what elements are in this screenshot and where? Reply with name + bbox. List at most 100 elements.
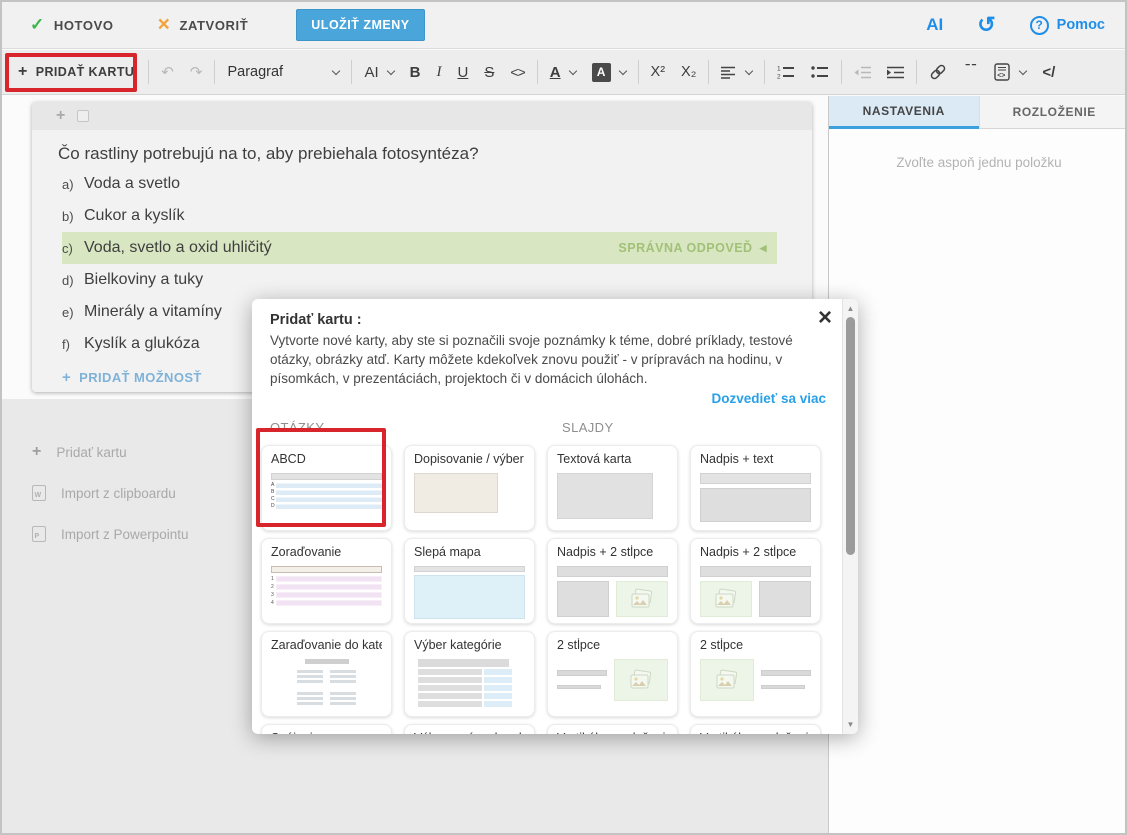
superscript-button[interactable]: X²	[643, 56, 674, 88]
scrollbar-thumb[interactable]	[846, 317, 855, 555]
modal-scrollbar[interactable]: ▲ ▼	[842, 299, 858, 734]
modal-close-icon[interactable]: ×	[818, 307, 832, 329]
help-icon: ?	[1030, 16, 1049, 35]
tab-layout[interactable]: ROZLOŽENIE	[979, 96, 1127, 129]
2col-thumbnail	[557, 659, 668, 709]
underline-button[interactable]: U	[449, 56, 476, 88]
source-view-button[interactable]: </	[1034, 56, 1063, 88]
section-questions-label: OTÁZKY	[270, 420, 562, 435]
learn-more-link[interactable]: Dozvedieť sa viac	[711, 391, 826, 406]
code-block-dropdown[interactable]: <>	[986, 56, 1034, 88]
done-button[interactable]: ✓ HOTOVO	[30, 15, 114, 35]
question-text[interactable]: Čo rastliny potrebujú na to, aby prebieh…	[58, 144, 812, 164]
answer-option-d[interactable]: d) Bielkoviny a tuky	[62, 264, 777, 296]
scroll-down-arrow[interactable]: ▼	[843, 717, 858, 732]
template-heading-2col-image-right[interactable]: Nadpis + 2 stĺpce	[547, 538, 678, 624]
option-text: Kyslík a glukóza	[84, 335, 200, 353]
option-text: Voda a svetlo	[84, 175, 180, 193]
font-size-icon: AI	[364, 64, 378, 81]
template-2col-image-right[interactable]: 2 stĺpce	[547, 631, 678, 717]
left-arrow-icon: ◀	[760, 243, 767, 254]
template-heading-2col-image-left[interactable]: Nadpis + 2 stĺpce	[690, 538, 821, 624]
chevron-down-icon	[332, 66, 340, 74]
photo-icon	[714, 669, 740, 691]
tab-settings[interactable]: NASTAVENIA	[829, 96, 979, 129]
strikethrough-button[interactable]: S	[476, 56, 502, 88]
subscript-button[interactable]: X₂	[673, 56, 704, 88]
answer-option-b[interactable]: b) Cukor a kyslík	[62, 200, 777, 232]
text-color-dropdown[interactable]: A	[542, 56, 584, 88]
toolbar-divider	[214, 60, 215, 84]
font-size-dropdown[interactable]: AI	[356, 56, 401, 88]
template-vertical-layout[interactable]: Vertikálne rozloženie	[690, 724, 821, 734]
align-dropdown[interactable]	[713, 56, 760, 88]
undo-button[interactable]: ↶	[153, 56, 182, 88]
save-changes-button[interactable]: ULOŽIŤ ZMENY	[296, 9, 424, 41]
photo-icon	[629, 588, 655, 610]
sidebar-import-clipboard[interactable]: W Import z clipboardu	[32, 481, 189, 505]
correct-answer-label: SPRÁVNA ODPOVEĎ	[618, 241, 752, 255]
help-label: Pomoc	[1057, 17, 1105, 33]
insert-link-button[interactable]	[921, 56, 955, 88]
close-label: ZATVORIŤ	[179, 18, 248, 33]
option-label: b)	[62, 209, 84, 224]
option-label: c)	[62, 241, 84, 256]
toolbar-divider	[638, 60, 639, 84]
template-fill-choice[interactable]: Dopisovanie / výber	[404, 445, 535, 531]
indent-button[interactable]	[879, 56, 912, 88]
template-blind-map[interactable]: Slepá mapa	[404, 538, 535, 624]
option-text: Cukor a kyslík	[84, 207, 184, 225]
sidebar-import-powerpoint[interactable]: P Import z Powerpointu	[32, 522, 189, 546]
toolbar-divider	[351, 60, 352, 84]
sidebar-item-label: Import z clipboardu	[61, 486, 176, 501]
chevron-down-icon	[386, 66, 394, 74]
text-color-icon: A	[550, 64, 561, 81]
template-ordering[interactable]: Zoraďovanie 1 2 3 4	[261, 538, 392, 624]
check-icon: ✓	[30, 15, 45, 35]
template-vertical-layout[interactable]: Vertikálne rozloženie	[547, 724, 678, 734]
template-pick-category[interactable]: Výber kategórie	[404, 631, 535, 717]
bullet-list-icon	[811, 65, 829, 79]
toolbar-divider	[537, 60, 538, 84]
modal-description: Vytvorte nové karty, aby ste si poznačil…	[270, 332, 822, 389]
done-label: HOTOVO	[54, 18, 114, 33]
template-matching[interactable]: Spájanie	[261, 724, 392, 734]
italic-button[interactable]: I	[428, 56, 449, 88]
redo-button[interactable]: ↷	[182, 56, 211, 88]
add-card-modal: × Pridať kartu : Vytvorte nové karty, ab…	[252, 299, 858, 734]
inline-code-button[interactable]: <>	[502, 56, 532, 88]
template-pick-correct-image[interactable]: Výber správneho obr...	[404, 724, 535, 734]
bold-button[interactable]: B	[402, 56, 429, 88]
blockquote-button[interactable]: “	[955, 56, 986, 88]
heading-text-thumbnail	[700, 473, 811, 523]
template-text-card[interactable]: Textová karta	[547, 445, 678, 531]
template-abcd[interactable]: ABCD A B C D	[261, 445, 392, 531]
answer-option-a[interactable]: a) Voda a svetlo	[62, 168, 777, 200]
template-categorize[interactable]: Zaraďovanie do kate...	[261, 631, 392, 717]
insert-above-icon[interactable]: +	[56, 107, 65, 125]
option-text: Bielkoviny a tuky	[84, 271, 203, 289]
select-card-checkbox[interactable]	[77, 110, 89, 122]
outdent-icon	[854, 66, 871, 79]
ai-button[interactable]: AI	[926, 15, 943, 35]
outdent-button[interactable]	[846, 56, 879, 88]
close-button[interactable]: × ZATVORIŤ	[158, 18, 249, 33]
add-card-button[interactable]: + PRIDAŤ KARTU	[8, 55, 144, 89]
bullet-list-button[interactable]	[803, 56, 837, 88]
answer-option-c-correct[interactable]: c) Voda, svetlo a oxid uhličitý SPRÁVNA …	[62, 232, 777, 264]
section-slides-label: SLAJDY	[562, 420, 614, 435]
sidebar-add-card[interactable]: + Pridať kartu	[32, 440, 189, 464]
app-window: ✓ HOTOVO × ZATVORIŤ ULOŽIŤ ZMENY AI ↺ ? …	[0, 0, 1127, 835]
help-button[interactable]: ? Pomoc	[1030, 16, 1105, 35]
template-heading-text[interactable]: Nadpis + text	[690, 445, 821, 531]
highlight-color-dropdown[interactable]: A	[584, 56, 634, 88]
template-2col-image-left[interactable]: 2 stĺpce	[690, 631, 821, 717]
card-actions-sidebar: + Pridať kartu W Import z clipboardu P I…	[32, 440, 189, 563]
heading-2col-thumbnail	[557, 566, 668, 616]
history-icon[interactable]: ↺	[977, 15, 995, 35]
paragraph-style-dropdown[interactable]: Paragraf	[219, 56, 347, 88]
scroll-up-arrow[interactable]: ▲	[843, 301, 858, 316]
add-option-label: PRIDAŤ MOŽNOSŤ	[79, 370, 202, 385]
text-card-thumbnail	[557, 473, 668, 523]
ordered-list-button[interactable]: 1 2	[769, 56, 803, 88]
